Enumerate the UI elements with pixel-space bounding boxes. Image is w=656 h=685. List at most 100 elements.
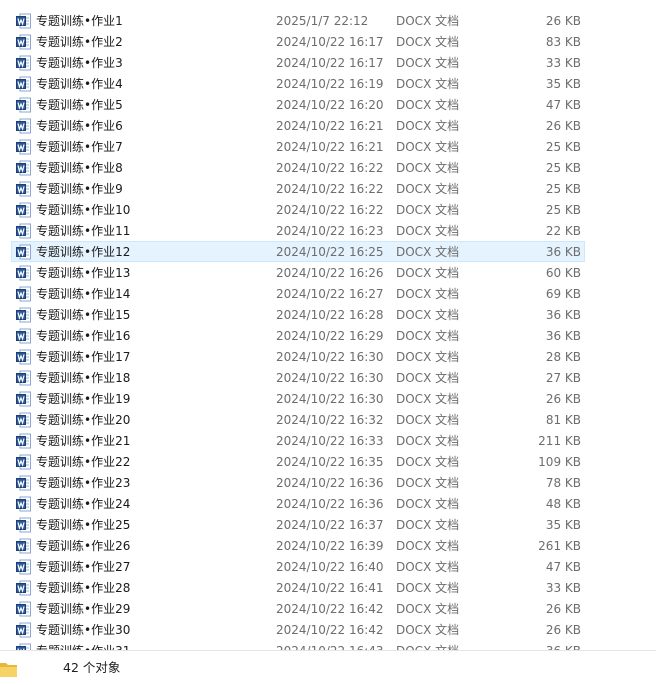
file-size: 33 KB (545, 56, 581, 70)
file-date-modified: 2024/10/22 16:17 (276, 35, 384, 49)
file-row[interactable]: 专题训练•作业30 2024/10/22 16:42 DOCX 文档 26 KB (11, 619, 585, 640)
file-size: 211 KB (538, 434, 581, 448)
file-row[interactable]: 专题训练•作业9 2024/10/22 16:22 DOCX 文档 25 KB (11, 178, 585, 199)
word-document-icon (16, 433, 31, 449)
file-row[interactable]: 专题训练•作业15 2024/10/22 16:28 DOCX 文档 36 KB (11, 304, 585, 325)
file-size: 26 KB (545, 623, 581, 637)
file-name[interactable]: 专题训练•作业26 (36, 539, 130, 553)
file-row[interactable]: 专题训练•作业31 2024/10/22 16:43 DOCX 文档 36 KB (11, 640, 585, 650)
file-name[interactable]: 专题训练•作业25 (36, 518, 130, 532)
file-size: 28 KB (545, 350, 581, 364)
file-name[interactable]: 专题训练•作业28 (36, 581, 130, 595)
word-document-icon (16, 286, 31, 302)
file-name[interactable]: 专题训练•作业30 (36, 623, 130, 637)
file-row[interactable]: 专题训练•作业13 2024/10/22 16:26 DOCX 文档 60 KB (11, 262, 585, 283)
file-name[interactable]: 专题训练•作业1 (36, 14, 123, 28)
file-row[interactable]: 专题训练•作业12 2024/10/22 16:25 DOCX 文档 36 KB (11, 241, 585, 262)
file-row[interactable]: 专题训练•作业22 2024/10/22 16:35 DOCX 文档 109 K… (11, 451, 585, 472)
file-row[interactable]: 专题训练•作业2 2024/10/22 16:17 DOCX 文档 83 KB (11, 31, 585, 52)
file-type: DOCX 文档 (396, 623, 460, 637)
file-name[interactable]: 专题训练•作业24 (36, 497, 130, 511)
file-row[interactable]: 专题训练•作业20 2024/10/22 16:32 DOCX 文档 81 KB (11, 409, 585, 430)
word-document-icon (16, 265, 31, 281)
file-name[interactable]: 专题训练•作业23 (36, 476, 130, 490)
word-document-icon (16, 622, 31, 638)
file-row[interactable]: 专题训练•作业14 2024/10/22 16:27 DOCX 文档 69 KB (11, 283, 585, 304)
file-row[interactable]: 专题训练•作业5 2024/10/22 16:20 DOCX 文档 47 KB (11, 94, 585, 115)
file-name[interactable]: 专题训练•作业8 (36, 161, 123, 175)
file-row[interactable]: 专题训练•作业7 2024/10/22 16:21 DOCX 文档 25 KB (11, 136, 585, 157)
file-row[interactable]: 专题训练•作业4 2024/10/22 16:19 DOCX 文档 35 KB (11, 73, 585, 94)
file-name[interactable]: 专题训练•作业19 (36, 392, 130, 406)
file-type: DOCX 文档 (396, 434, 460, 448)
file-name[interactable]: 专题训练•作业12 (36, 245, 130, 259)
file-row[interactable]: 专题训练•作业10 2024/10/22 16:22 DOCX 文档 25 KB (11, 199, 585, 220)
file-size: 26 KB (545, 602, 581, 616)
file-date-modified: 2024/10/22 16:42 (276, 602, 384, 616)
file-date-modified: 2024/10/22 16:21 (276, 140, 384, 154)
file-name[interactable]: 专题训练•作业22 (36, 455, 130, 469)
file-name[interactable]: 专题训练•作业4 (36, 77, 123, 91)
file-size: 25 KB (545, 161, 581, 175)
file-type: DOCX 文档 (396, 119, 460, 133)
file-type: DOCX 文档 (396, 581, 460, 595)
file-row[interactable]: 专题训练•作业23 2024/10/22 16:36 DOCX 文档 78 KB (11, 472, 585, 493)
word-document-icon (16, 370, 31, 386)
word-document-icon (16, 55, 31, 71)
file-size: 81 KB (545, 413, 581, 427)
file-name[interactable]: 专题训练•作业14 (36, 287, 130, 301)
file-date-modified: 2024/10/22 16:25 (276, 245, 384, 259)
file-name[interactable]: 专题训练•作业2 (36, 35, 123, 49)
word-document-icon (16, 412, 31, 428)
file-name[interactable]: 专题训练•作业29 (36, 602, 130, 616)
file-name[interactable]: 专题训练•作业17 (36, 350, 130, 364)
file-row[interactable]: 专题训练•作业26 2024/10/22 16:39 DOCX 文档 261 K… (11, 535, 585, 556)
file-row[interactable]: 专题训练•作业17 2024/10/22 16:30 DOCX 文档 28 KB (11, 346, 585, 367)
file-row[interactable]: 专题训练•作业27 2024/10/22 16:40 DOCX 文档 47 KB (11, 556, 585, 577)
file-row[interactable]: 专题训练•作业18 2024/10/22 16:30 DOCX 文档 27 KB (11, 367, 585, 388)
file-name[interactable]: 专题训练•作业6 (36, 119, 123, 133)
file-row[interactable]: 专题训练•作业3 2024/10/22 16:17 DOCX 文档 33 KB (11, 52, 585, 73)
file-type: DOCX 文档 (396, 14, 460, 28)
file-row[interactable]: 专题训练•作业6 2024/10/22 16:21 DOCX 文档 26 KB (11, 115, 585, 136)
file-row[interactable]: 专题训练•作业19 2024/10/22 16:30 DOCX 文档 26 KB (11, 388, 585, 409)
file-type: DOCX 文档 (396, 392, 460, 406)
file-list[interactable]: 专题训练•作业1 2025/1/7 22:12 DOCX 文档 26 KB 专题… (0, 0, 656, 650)
file-date-modified: 2024/10/22 16:28 (276, 308, 384, 322)
file-date-modified: 2024/10/22 16:39 (276, 539, 384, 553)
file-name[interactable]: 专题训练•作业7 (36, 140, 123, 154)
file-type: DOCX 文档 (396, 329, 460, 343)
file-date-modified: 2024/10/22 16:30 (276, 371, 384, 385)
file-row[interactable]: 专题训练•作业25 2024/10/22 16:37 DOCX 文档 35 KB (11, 514, 585, 535)
file-type: DOCX 文档 (396, 161, 460, 175)
file-date-modified: 2024/10/22 16:36 (276, 476, 384, 490)
file-name[interactable]: 专题训练•作业3 (36, 56, 123, 70)
file-name[interactable]: 专题训练•作业27 (36, 560, 130, 574)
file-name[interactable]: 专题训练•作业16 (36, 329, 130, 343)
file-name[interactable]: 专题训练•作业9 (36, 182, 123, 196)
file-row[interactable]: 专题训练•作业8 2024/10/22 16:22 DOCX 文档 25 KB (11, 157, 585, 178)
file-type: DOCX 文档 (396, 497, 460, 511)
word-document-icon (16, 538, 31, 554)
file-row[interactable]: 专题训练•作业11 2024/10/22 16:23 DOCX 文档 22 KB (11, 220, 585, 241)
file-name[interactable]: 专题训练•作业11 (36, 224, 130, 238)
file-name[interactable]: 专题训练•作业21 (36, 434, 130, 448)
file-row[interactable]: 专题训练•作业1 2025/1/7 22:12 DOCX 文档 26 KB (11, 10, 585, 31)
file-name[interactable]: 专题训练•作业20 (36, 413, 130, 427)
file-row[interactable]: 专题训练•作业16 2024/10/22 16:29 DOCX 文档 36 KB (11, 325, 585, 346)
file-name[interactable]: 专题训练•作业13 (36, 266, 130, 280)
file-type: DOCX 文档 (396, 266, 460, 280)
file-type: DOCX 文档 (396, 602, 460, 616)
file-row[interactable]: 专题训练•作业28 2024/10/22 16:41 DOCX 文档 33 KB (11, 577, 585, 598)
word-document-icon (16, 76, 31, 92)
file-type: DOCX 文档 (396, 56, 460, 70)
file-row[interactable]: 专题训练•作业24 2024/10/22 16:36 DOCX 文档 48 KB (11, 493, 585, 514)
word-document-icon (16, 139, 31, 155)
file-row[interactable]: 专题训练•作业21 2024/10/22 16:33 DOCX 文档 211 K… (11, 430, 585, 451)
file-name[interactable]: 专题训练•作业15 (36, 308, 130, 322)
file-row[interactable]: 专题训练•作业29 2024/10/22 16:42 DOCX 文档 26 KB (11, 598, 585, 619)
file-date-modified: 2024/10/22 16:22 (276, 203, 384, 217)
file-name[interactable]: 专题训练•作业10 (36, 203, 130, 217)
file-name[interactable]: 专题训练•作业18 (36, 371, 130, 385)
file-name[interactable]: 专题训练•作业5 (36, 98, 123, 112)
